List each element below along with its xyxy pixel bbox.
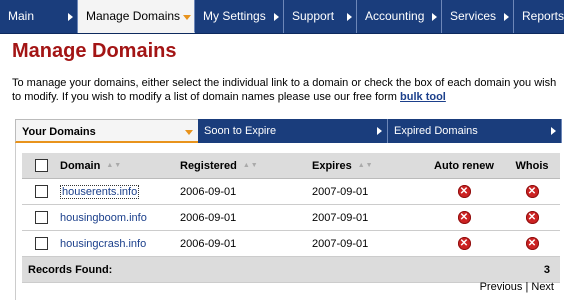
subtab-label: Soon to Expire (204, 125, 277, 137)
domain-subtabs: Your Domains Soon to Expire Expired Doma… (15, 119, 562, 143)
next-link[interactable]: Next (531, 281, 554, 293)
expires-date: 2007-09-01 (312, 230, 424, 257)
chevron-down-icon (183, 15, 191, 20)
auto-renew-off-icon[interactable]: ✕ (457, 185, 471, 198)
page-title: Manage Domains (12, 40, 177, 62)
records-found-label: Records Found: (22, 256, 504, 283)
pager: Previous | Next (480, 281, 554, 293)
nav-tab-my-settings[interactable]: My Settings (195, 0, 284, 33)
chevron-down-icon (185, 130, 193, 135)
row-checkbox[interactable] (34, 237, 48, 250)
nav-tab-support[interactable]: Support (284, 0, 357, 33)
whois-off-icon[interactable]: ✕ (525, 185, 539, 198)
nav-tab-reports[interactable]: Reports (514, 0, 564, 33)
header-label: Expires (312, 159, 352, 172)
pager-separator: | (525, 281, 529, 293)
registered-date: 2006-09-01 (180, 230, 312, 257)
chevron-right-icon (274, 13, 279, 21)
column-header-whois: Whois (504, 153, 560, 179)
nav-tab-label: Reports (522, 9, 564, 23)
column-header-auto-renew: Auto renew (424, 153, 504, 179)
sort-arrows-icon[interactable]: ▲▼ (243, 162, 259, 169)
records-found-row: Records Found: 3 (22, 256, 560, 283)
nav-tab-label: Main (8, 9, 35, 23)
column-header-registered[interactable]: Registered ▲▼ (180, 153, 312, 179)
intro-text: To manage your domains, either select th… (12, 76, 557, 104)
intro-body: To manage your domains, either select th… (12, 77, 557, 103)
whois-off-icon[interactable]: ✕ (525, 211, 539, 224)
column-header-domain[interactable]: Domain ▲▼ (60, 153, 180, 179)
domains-table: Domain ▲▼ Registered ▲▼ Expires ▲▼ Auto ren… (22, 153, 560, 283)
records-found-count: 3 (504, 256, 560, 283)
expires-date: 2007-09-01 (312, 204, 424, 231)
expires-date: 2007-09-01 (312, 178, 424, 205)
chevron-right-icon (432, 13, 437, 21)
chevron-right-icon (504, 13, 509, 21)
chevron-right-icon (377, 127, 382, 135)
nav-tab-label: Support (292, 9, 335, 23)
nav-tab-manage-domains[interactable]: Manage Domains (78, 0, 195, 33)
tab-soon-to-expire[interactable]: Soon to Expire (198, 119, 388, 143)
tab-expired-domains[interactable]: Expired Domains (388, 119, 562, 143)
domain-link[interactable]: housingcrash.info (60, 238, 146, 250)
row-checkbox[interactable] (34, 211, 48, 224)
registered-date: 2006-09-01 (180, 178, 312, 205)
nav-tab-accounting[interactable]: Accounting (357, 0, 442, 33)
table-row: housingboom.info 2006-09-01 2007-09-01 ✕… (22, 204, 560, 231)
header-label: Registered (180, 159, 237, 172)
nav-tab-label: Services (450, 9, 497, 23)
chevron-right-icon (551, 127, 556, 135)
table-header-row: Domain ▲▼ Registered ▲▼ Expires ▲▼ Auto ren… (22, 153, 560, 179)
nav-tab-label: Manage Domains (86, 9, 181, 23)
subtab-label: Your Domains (22, 126, 96, 138)
subtab-label: Expired Domains (394, 125, 478, 137)
previous-link[interactable]: Previous (480, 281, 523, 293)
nav-tab-services[interactable]: Services (442, 0, 514, 33)
chevron-right-icon (68, 13, 73, 21)
whois-off-icon[interactable]: ✕ (525, 237, 539, 250)
domain-link[interactable]: housingboom.info (60, 212, 147, 224)
sort-arrows-icon[interactable]: ▲▼ (358, 162, 374, 169)
auto-renew-off-icon[interactable]: ✕ (457, 237, 471, 250)
nav-tab-main[interactable]: Main (0, 0, 78, 33)
registered-date: 2006-09-01 (180, 204, 312, 231)
tab-your-domains[interactable]: Your Domains (15, 119, 198, 143)
header-label: Domain (60, 159, 101, 172)
column-header-expires[interactable]: Expires ▲▼ (312, 153, 424, 179)
auto-renew-off-icon[interactable]: ✕ (457, 211, 471, 224)
table-row: houserents.info 2006-09-01 2007-09-01 ✕ … (22, 178, 560, 205)
sort-arrows-icon[interactable]: ▲▼ (106, 162, 122, 169)
row-checkbox[interactable] (34, 185, 48, 198)
table-row: housingcrash.info 2006-09-01 2007-09-01 … (22, 230, 560, 257)
select-all-checkbox[interactable] (34, 159, 48, 172)
top-navigation: Main Manage Domains My Settings Support … (0, 0, 564, 34)
chevron-right-icon (347, 13, 352, 21)
domain-link[interactable]: houserents.info (60, 184, 140, 199)
nav-tab-label: My Settings (203, 9, 266, 23)
bulk-tool-link[interactable]: bulk tool (400, 91, 446, 103)
nav-tab-label: Accounting (365, 9, 425, 23)
